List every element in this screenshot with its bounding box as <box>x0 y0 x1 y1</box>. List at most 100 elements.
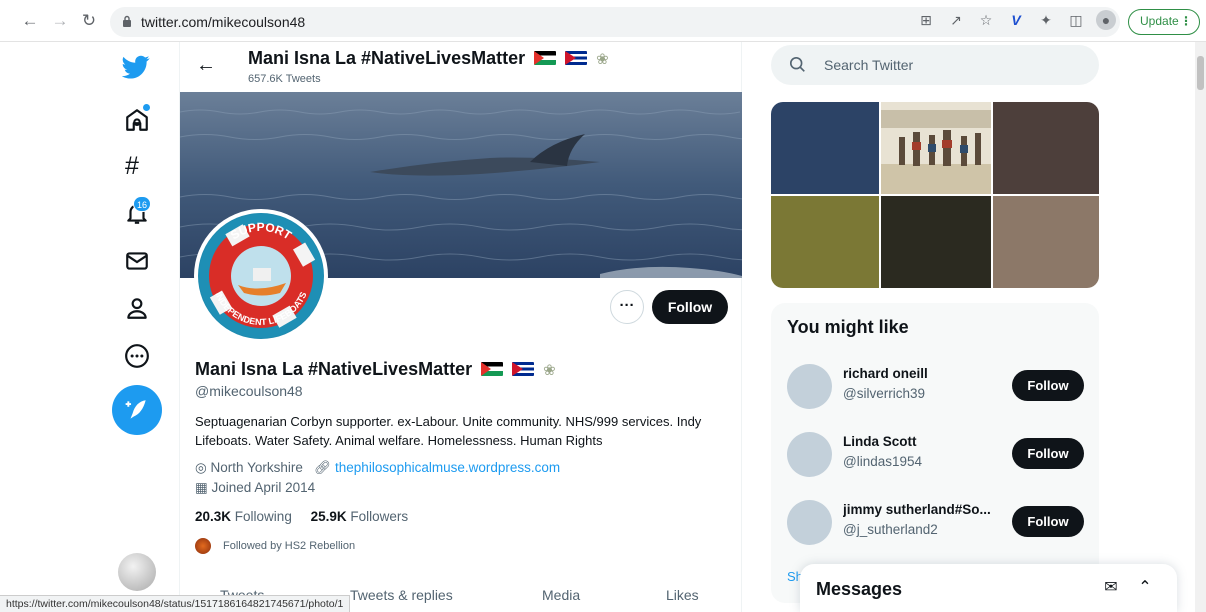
search-icon <box>789 56 805 72</box>
home-new-dot <box>143 104 150 111</box>
media-thumbnail[interactable] <box>993 196 1099 288</box>
suggested-user-row[interactable]: richard oneill @silverrich39 Follow <box>771 356 1099 424</box>
link-status-tooltip: https://twitter.com/mikecoulson48/status… <box>0 595 351 612</box>
forward-arrow-icon[interactable]: → <box>50 11 70 31</box>
follow-button[interactable]: Follow <box>1012 370 1084 401</box>
follow-stats: 20.3K Following 25.9K Followers <box>195 509 408 524</box>
media-thumbnail-painting[interactable] <box>881 102 991 194</box>
tab-media[interactable]: Media <box>542 587 580 603</box>
followed-by-text: Followed by HS2 Rebellion <box>223 539 356 552</box>
vimeo-extension-icon[interactable]: V <box>1006 10 1026 30</box>
dove-icon: ❀ <box>543 362 556 379</box>
feather-plus-icon <box>125 400 146 419</box>
followers-link[interactable]: 25.9K Followers <box>311 509 409 524</box>
suggested-user-avatar[interactable] <box>787 500 832 545</box>
profile-header-bar: ← Mani Isna La #NativeLivesMatter ❀ 657.… <box>180 42 743 92</box>
profile-website-link[interactable]: thephilosophicalmuse.wordpress.com <box>335 460 560 475</box>
header-tweet-count: 657.6K Tweets <box>248 73 321 85</box>
reload-icon[interactable]: ↻ <box>79 11 99 31</box>
account-avatar[interactable] <box>118 553 156 591</box>
suggested-user-name[interactable]: Linda Scott <box>843 434 917 449</box>
profile-meta-row: ◎ North Yorkshire 🔗︎ thephilosophicalmus… <box>195 460 560 476</box>
notification-count-badge: 16 <box>133 196 152 212</box>
suggested-user-handle: @silverrich39 <box>843 386 925 401</box>
profile-bio: Septuagenarian Corbyn supporter. ex-Labo… <box>195 414 702 448</box>
following-count: 20.3K <box>195 509 232 524</box>
header-name-text: Mani Isna La #NativeLivesMatter <box>248 48 526 68</box>
palestine-flag-icon <box>481 362 504 376</box>
extensions-puzzle-icon[interactable]: ✦ <box>1036 10 1056 30</box>
profile-name-text: Mani Isna La #NativeLivesMatter <box>195 359 473 379</box>
palestine-flag-icon <box>534 51 557 65</box>
profile-handle: @mikecoulson48 <box>195 383 303 399</box>
back-arrow-icon[interactable]: ← <box>20 11 40 31</box>
explore-hashtag-icon[interactable]: # <box>125 152 139 181</box>
link-icon: 🔗︎ <box>314 460 332 475</box>
tab-likes[interactable]: Likes <box>666 587 699 603</box>
back-arrow-icon[interactable]: ← <box>196 54 216 77</box>
update-button[interactable]: Update ⋮ <box>1128 9 1200 35</box>
who-to-follow-title: You might like <box>787 317 909 337</box>
bookmark-star-icon[interactable]: ☆ <box>976 10 996 30</box>
search-input[interactable]: Search Twitter <box>824 57 913 73</box>
suggested-user-handle: @lindas1954 <box>843 454 923 469</box>
profile-avatar[interactable]: SUPPORT INDEPENDENT LIFEBOATS <box>194 209 328 343</box>
suggested-user-row[interactable]: jimmy sutherland#So... @j_sutherland2 Fo… <box>771 492 1099 560</box>
install-app-icon[interactable]: ⊞ <box>916 10 936 30</box>
cuba-flag-icon <box>565 51 588 65</box>
page-scrollbar[interactable] <box>1195 42 1206 612</box>
cuba-flag-icon <box>512 362 535 376</box>
profile-icon[interactable]: ● <box>1096 10 1116 30</box>
compose-tweet-button[interactable] <box>112 385 162 435</box>
tab-tweets-and-replies[interactable]: Tweets & replies <box>350 587 453 603</box>
messages-envelope-icon[interactable] <box>124 248 150 274</box>
profile-display-name: Mani Isna La #NativeLivesMatter ❀ <box>195 359 556 380</box>
new-message-icon[interactable]: ✉ <box>1101 578 1121 598</box>
follow-button[interactable]: Follow <box>1012 438 1084 469</box>
profile-joined-date: Joined April 2014 <box>211 480 316 495</box>
side-panel-icon[interactable]: ◫ <box>1066 10 1086 30</box>
suggested-user-name[interactable]: richard oneill <box>843 366 928 381</box>
profile-joined-row: ▦ Joined April 2014 <box>195 480 315 496</box>
search-box[interactable]: Search Twitter <box>771 45 1099 85</box>
scrollbar-thumb[interactable] <box>1197 56 1204 90</box>
profile-media-grid <box>771 102 1099 288</box>
more-options-button[interactable]: ··· <box>610 290 644 324</box>
share-icon[interactable]: ↗ <box>946 10 966 30</box>
following-link[interactable]: 20.3K Following <box>195 509 292 524</box>
calendar-icon: ▦ <box>195 480 208 495</box>
suggested-user-name[interactable]: jimmy sutherland#So... <box>843 502 991 517</box>
suggested-user-avatar[interactable] <box>787 364 832 409</box>
location-pin-icon: ◎ <box>195 460 207 475</box>
update-label: Update <box>1140 14 1179 28</box>
media-thumbnail[interactable] <box>771 102 879 194</box>
who-to-follow-panel: You might like richard oneill @silverric… <box>771 303 1099 603</box>
twitter-bird-icon[interactable] <box>122 53 150 81</box>
media-thumbnail[interactable] <box>993 102 1099 194</box>
messages-title: Messages <box>816 579 903 599</box>
media-thumbnail[interactable] <box>771 196 879 288</box>
dove-icon: ❀ <box>596 51 609 68</box>
messages-drawer[interactable]: Messages ✉ ⌃ <box>800 564 1177 612</box>
url-text[interactable]: twitter.com/mikecoulson48 <box>141 14 305 30</box>
browser-toolbar: ← → ↻ twitter.com/mikecoulson48 ⊞ ↗ ☆ V … <box>0 0 1206 42</box>
header-display-name: Mani Isna La #NativeLivesMatter ❀ <box>248 48 609 69</box>
follow-button[interactable]: Follow <box>1012 506 1084 537</box>
followers-label: Followers <box>350 509 409 524</box>
media-thumbnail[interactable] <box>881 196 991 288</box>
expand-chevron-up-icon[interactable]: ⌃ <box>1135 578 1155 598</box>
following-label: Following <box>234 509 292 524</box>
followers-count: 25.9K <box>310 509 347 524</box>
lock-icon[interactable] <box>122 15 132 28</box>
followed-by-row[interactable]: Followed by HS2 Rebellion <box>195 538 355 554</box>
follow-button[interactable]: Follow <box>652 290 728 324</box>
follower-avatar <box>195 538 211 554</box>
historical-painting-image <box>881 102 991 194</box>
more-vertical-icon: ⋮ <box>1180 14 1192 28</box>
suggested-user-row[interactable]: Linda Scott @lindas1954 Follow <box>771 424 1099 492</box>
more-options-circle-icon[interactable] <box>124 343 150 369</box>
profile-column: ← Mani Isna La #NativeLivesMatter ❀ 657.… <box>179 42 742 612</box>
suggested-user-avatar[interactable] <box>787 432 832 477</box>
profile-person-icon[interactable] <box>124 295 150 321</box>
profile-location: North Yorkshire <box>210 460 303 475</box>
